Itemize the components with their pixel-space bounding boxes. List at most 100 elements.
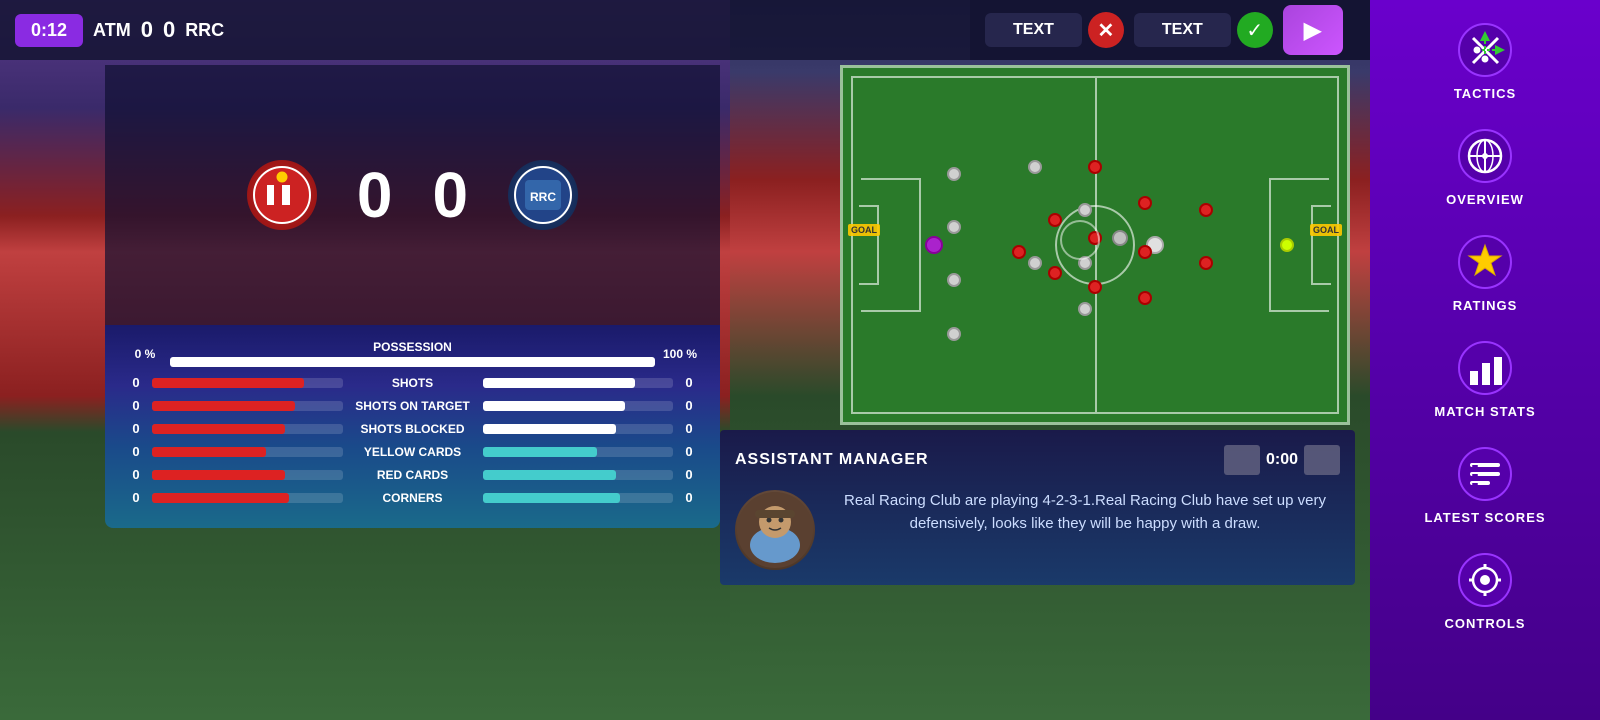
text-label-1[interactable]: TEXT: [985, 13, 1082, 47]
corners-row: 0 CORNERS 0: [125, 490, 700, 505]
stats-panel: 0 % POSSESSION 100 % 0 SHOTS 0 0 SHOTS O…: [105, 325, 720, 528]
player-away11: [1012, 245, 1026, 259]
text-label-2[interactable]: TEXT: [1134, 13, 1231, 47]
player-att3: [1078, 302, 1092, 316]
sot-bar-left: [152, 401, 343, 411]
top-right-controls: TEXT ✕ TEXT ✓ ▶: [970, 0, 1370, 60]
match-stats-label: MATCH STATS: [1434, 404, 1535, 419]
sb-label: SHOTS BLOCKED: [348, 422, 478, 436]
player-away1: [1199, 203, 1213, 217]
yellow-cards-row: 0 YELLOW CARDS 0: [125, 444, 700, 459]
match-time: 0:12: [15, 14, 83, 47]
rc-label: RED CARDS: [348, 468, 478, 482]
assistant-title: ASSISTANT MANAGER: [735, 451, 929, 469]
controls-button[interactable]: CONTROLS: [1390, 540, 1580, 641]
play-button[interactable]: ▶: [1283, 5, 1343, 55]
ratings-icon: [1455, 232, 1515, 292]
score-panel: 0 0 RRC: [105, 65, 720, 325]
player-def4: [947, 327, 961, 341]
player-def3: [947, 273, 961, 287]
away-team-name: RRC: [185, 20, 224, 41]
controls-label: CONTROLS: [1445, 616, 1526, 631]
yc-right-val: 0: [678, 444, 700, 459]
assistant-panel: ASSISTANT MANAGER 0:00 Real Racing Club …: [720, 430, 1355, 585]
time-square-right: [1304, 445, 1340, 475]
player-away9: [1048, 213, 1062, 227]
player-away6: [1088, 160, 1102, 174]
sb-left-val: 0: [125, 421, 147, 436]
ratings-button[interactable]: RATINGS: [1390, 222, 1580, 323]
player-att1: [1078, 203, 1092, 217]
tactics-label: TACTICS: [1454, 86, 1516, 101]
svg-text:RRC: RRC: [530, 190, 556, 204]
yc-label: YELLOW CARDS: [348, 445, 478, 459]
shots-left-val: 0: [125, 375, 147, 390]
player-fwd: [1112, 230, 1128, 246]
cancel-icon[interactable]: ✕: [1088, 12, 1124, 48]
assistant-time-display: 0:00: [1224, 445, 1340, 475]
yc-bar-left: [152, 447, 343, 457]
overview-label: OVERVIEW: [1446, 192, 1524, 207]
shots-bar-right: [483, 378, 674, 388]
sot-label: SHOTS ON TARGET: [348, 399, 478, 413]
player-away3: [1138, 196, 1152, 210]
player-away7: [1088, 231, 1102, 245]
goal-label-right: GOAL: [1310, 224, 1342, 236]
player-def1: [947, 167, 961, 181]
match-stats-icon: [1455, 338, 1515, 398]
corners-right-val: 0: [678, 490, 700, 505]
right-sidebar: TACTICS OVERVIEW RATINGS: [1370, 0, 1600, 720]
possession-bar: [170, 357, 655, 367]
tactics-button[interactable]: TACTICS: [1390, 10, 1580, 111]
possession-left-val: 0 %: [125, 347, 165, 361]
player-def2: [947, 220, 961, 234]
match-stats-button[interactable]: MATCH STATS: [1390, 328, 1580, 429]
latest-scores-label: LATEST SCORES: [1424, 510, 1545, 525]
shots-on-target-row: 0 SHOTS ON TARGET 0: [125, 398, 700, 413]
ball: [1280, 238, 1294, 252]
sot-left-val: 0: [125, 398, 147, 413]
player-away2: [1199, 256, 1213, 270]
shots-right-val: 0: [678, 375, 700, 390]
latest-scores-button[interactable]: LATEST SCORES: [1390, 434, 1580, 535]
possession-row: 0 % POSSESSION 100 %: [125, 340, 700, 367]
overview-icon: [1455, 126, 1515, 186]
rc-right-val: 0: [678, 467, 700, 482]
main-away-score: 0: [433, 158, 469, 232]
tactics-icon: [1455, 20, 1515, 80]
goal-label-left: GOAL: [848, 224, 880, 236]
player-away4: [1138, 245, 1152, 259]
latest-scores-icon: [1455, 444, 1515, 504]
player-away10: [1048, 266, 1062, 280]
goal-right: [1311, 205, 1331, 285]
corners-bar-right: [483, 493, 674, 503]
main-score: 0 0: [357, 158, 468, 232]
red-cards-row: 0 RED CARDS 0: [125, 467, 700, 482]
sb-bar-right: [483, 424, 674, 434]
corners-left-val: 0: [125, 490, 147, 505]
corners-label: CORNERS: [348, 491, 478, 505]
sb-bar-left: [152, 424, 343, 434]
possession-right-val: 100 %: [660, 347, 700, 361]
main-home-score: 0: [357, 158, 393, 232]
player-away5: [1138, 291, 1152, 305]
confirm-icon[interactable]: ✓: [1237, 12, 1273, 48]
text-btn-1[interactable]: TEXT ✕: [985, 12, 1124, 48]
text-btn-2[interactable]: TEXT ✓: [1134, 12, 1273, 48]
assistant-time: 0:00: [1266, 451, 1298, 469]
controls-icon: [1455, 550, 1515, 610]
sb-right-val: 0: [678, 421, 700, 436]
shots-blocked-row: 0 SHOTS BLOCKED 0: [125, 421, 700, 436]
corners-bar-left: [152, 493, 343, 503]
shots-label: SHOTS: [348, 376, 478, 390]
yc-bar-right: [483, 447, 674, 457]
sot-right-val: 0: [678, 398, 700, 413]
home-team-name: ATM: [93, 20, 131, 41]
overview-button[interactable]: OVERVIEW: [1390, 116, 1580, 217]
goal-left: [859, 205, 879, 285]
manager-avatar: [735, 490, 815, 570]
assistant-message: Real Racing Club are playing 4-2-3-1.Rea…: [830, 490, 1340, 535]
player-att2: [1078, 256, 1092, 270]
yc-left-val: 0: [125, 444, 147, 459]
pitch-minimap: GOAL GOAL: [840, 65, 1350, 425]
